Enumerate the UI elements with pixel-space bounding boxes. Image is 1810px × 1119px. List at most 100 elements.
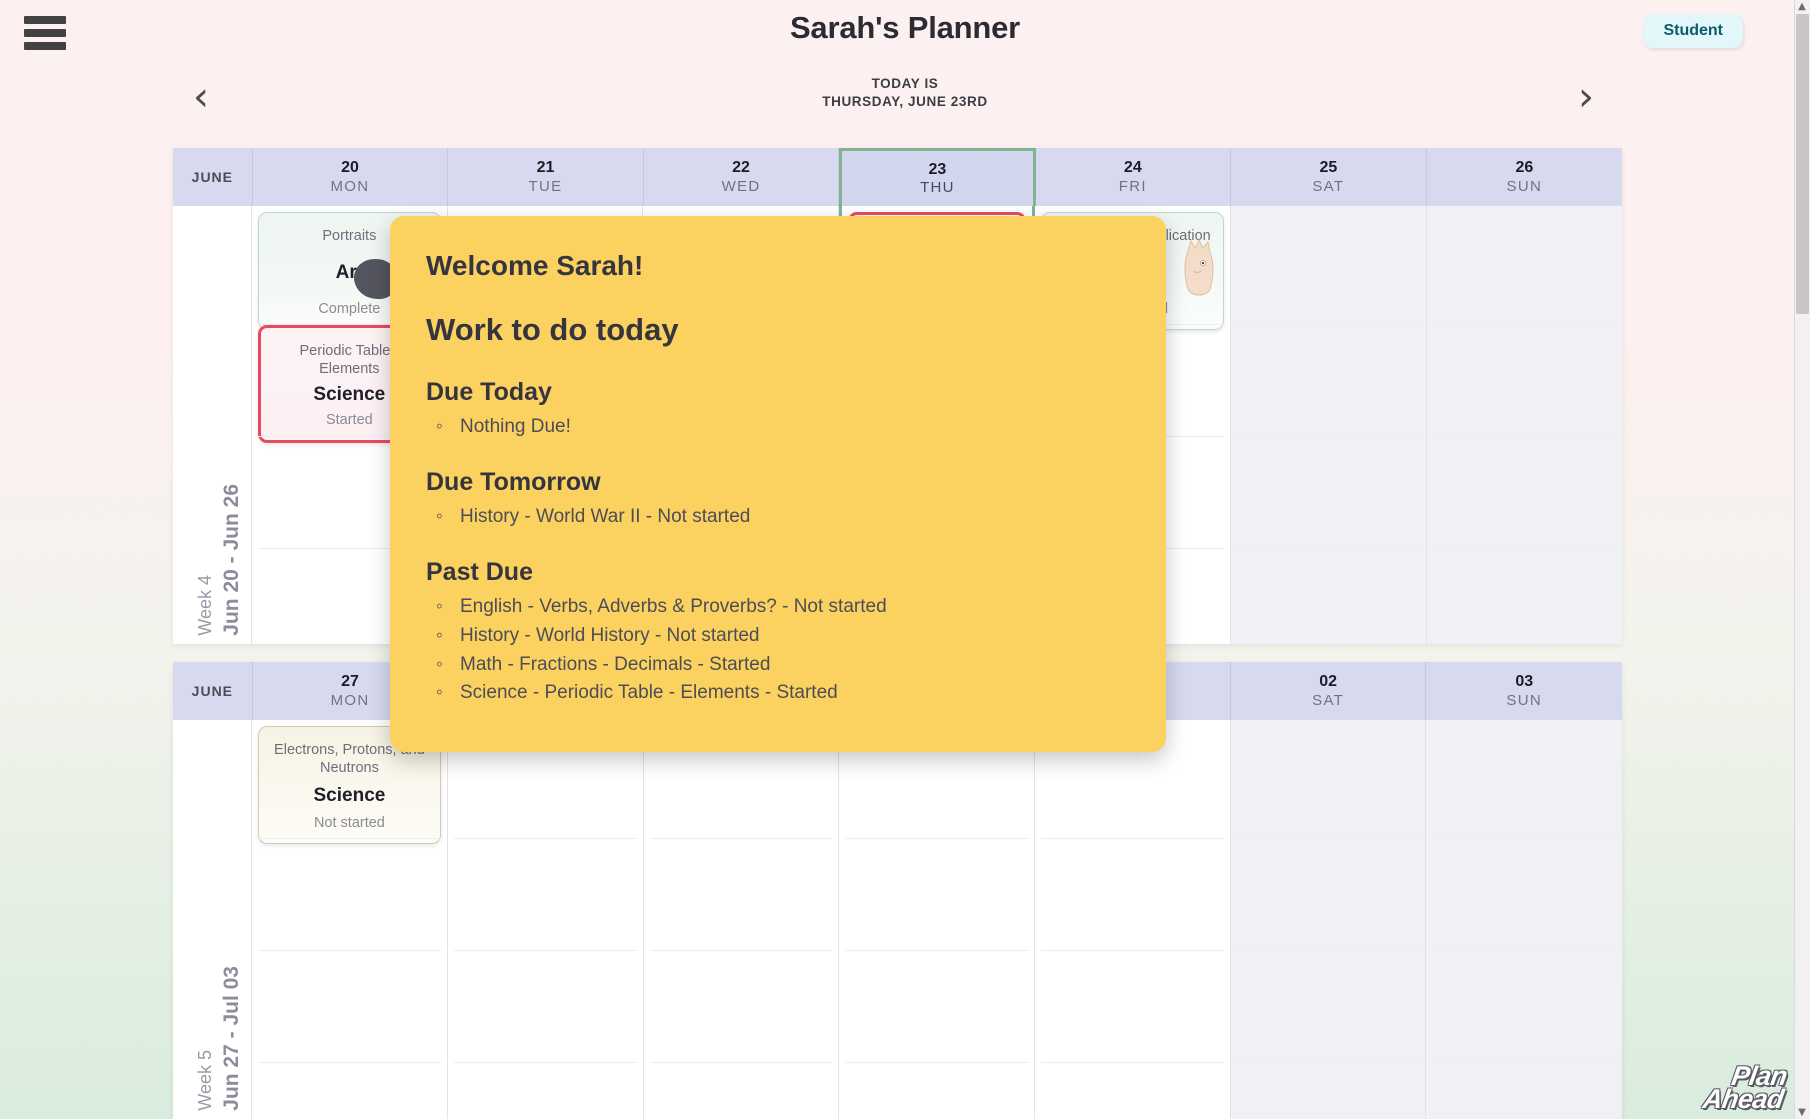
modal-greeting: Welcome Sarah! [426, 250, 1130, 282]
week-label-column: Week 4Jun 20 - Jun 26 [173, 206, 252, 644]
assignment-slot[interactable] [1237, 212, 1420, 324]
assignment-slot[interactable] [650, 950, 833, 1062]
date-navigation: ‹ TODAY IS THURSDAY, JUNE 23RD › [0, 75, 1810, 125]
day-header-fri[interactable]: 24FRI [1036, 148, 1232, 206]
scrollbar-thumb[interactable] [1796, 14, 1809, 314]
day-header-sat[interactable]: 02SAT [1231, 662, 1427, 720]
day-header-sat[interactable]: 25SAT [1231, 148, 1427, 206]
assignment-topic: Portraits [322, 227, 376, 245]
scroll-down-arrow-icon[interactable]: ▼ [1796, 1107, 1808, 1118]
assignment-status: Started [326, 412, 373, 428]
day-name: SAT [1312, 692, 1344, 709]
page-scrollbar[interactable]: ▲ ▼ [1794, 0, 1810, 1119]
assignment-slot[interactable] [845, 1062, 1028, 1119]
math-mascot-icon [1181, 239, 1217, 301]
week-label-column: Week 5Jun 27 - Jul 03 [173, 720, 252, 1119]
logo-line-2: Ahead [1701, 1088, 1785, 1111]
day-number: 24 [1124, 159, 1142, 177]
scroll-up-arrow-icon[interactable]: ▲ [1796, 1, 1808, 12]
day-number: 27 [341, 673, 359, 691]
assignment-slot[interactable] [1237, 950, 1420, 1062]
modal-section-title: Due Tomorrow [426, 468, 1130, 497]
assignment-slot[interactable] [454, 1062, 637, 1119]
week-range-label: Jun 27 - Jul 03 [220, 966, 244, 1111]
day-column-30[interactable] [839, 720, 1035, 1119]
role-badge-student[interactable]: Student [1643, 14, 1743, 48]
assignment-slot[interactable] [1237, 548, 1420, 660]
day-number: 26 [1515, 159, 1533, 177]
assignment-slot[interactable] [650, 1062, 833, 1119]
modal-section-list: Nothing Due! [426, 413, 1130, 442]
day-name: SUN [1507, 178, 1543, 195]
modal-list-item: Science - Periodic Table - Elements - St… [426, 679, 1130, 708]
modal-section-list: English - Verbs, Adverbs & Proverbs? - N… [426, 593, 1130, 709]
day-column-03[interactable] [1426, 720, 1622, 1119]
month-label-cell: JUNE [173, 148, 253, 206]
day-column-01[interactable] [1035, 720, 1231, 1119]
day-name: TUE [529, 178, 563, 195]
modal-sections: Due Today Nothing Due! Due Tomorrow History… [426, 378, 1130, 708]
assignment-slot[interactable] [1433, 324, 1616, 436]
assignment-slot[interactable] [454, 950, 637, 1062]
day-header-mon[interactable]: 20MON [253, 148, 449, 206]
modal-list-item: Nothing Due! [426, 413, 1130, 442]
day-number: 21 [537, 159, 555, 177]
day-name: SUN [1506, 692, 1542, 709]
day-header-tue[interactable]: 21TUE [448, 148, 644, 206]
assignment-slot[interactable] [1432, 726, 1616, 838]
week-number-label: Week 5 [195, 1050, 216, 1111]
assignment-slot[interactable] [1237, 726, 1420, 838]
assignment-slot[interactable] [1237, 324, 1420, 436]
day-name: MON [331, 692, 370, 709]
modal-list-item: History - World History - Not started [426, 622, 1130, 651]
assignment-status: Complete [318, 301, 380, 317]
assignment-slot[interactable] [1237, 436, 1420, 548]
assignment-slot[interactable] [1432, 838, 1616, 950]
assignment-slot[interactable] [1433, 212, 1616, 324]
modal-section-title: Due Today [426, 378, 1130, 407]
assignment-slot[interactable] [258, 950, 441, 1062]
day-header-thu[interactable]: 23THU [839, 148, 1035, 206]
week-range-label: Jun 20 - Jun 26 [220, 484, 244, 636]
assignment-slot[interactable] [1237, 838, 1420, 950]
assignment-slot[interactable] [1433, 436, 1616, 548]
day-number: 23 [929, 161, 947, 179]
day-column-02[interactable] [1231, 720, 1427, 1119]
plan-ahead-logo: Plan Ahead [1701, 1065, 1788, 1111]
day-header-wed[interactable]: 22WED [644, 148, 840, 206]
day-column-29[interactable] [644, 720, 840, 1119]
assignment-slot[interactable] [845, 950, 1028, 1062]
assignment-slot[interactable] [1237, 1062, 1420, 1119]
modal-list-item: Math - Fractions - Decimals - Started [426, 651, 1130, 680]
assignment-slot[interactable] [454, 838, 637, 950]
assignment-slot[interactable] [258, 1062, 441, 1119]
assignment-slot[interactable] [1432, 1062, 1616, 1119]
day-column-27[interactable]: Electrons, Protons, and NeutronsScienceN… [252, 720, 448, 1119]
day-header-sun[interactable]: 26SUN [1427, 148, 1622, 206]
assignment-slot[interactable] [1432, 950, 1616, 1062]
calendar-body-row: Week 5Jun 27 - Jul 03Electrons, Protons,… [173, 720, 1622, 1119]
assignment-slot[interactable] [1041, 950, 1224, 1062]
assignment-slot[interactable] [845, 838, 1028, 950]
day-number: 02 [1319, 673, 1337, 691]
day-header-sun[interactable]: 03SUN [1426, 662, 1622, 720]
modal-list-item: English - Verbs, Adverbs & Proverbs? - N… [426, 593, 1130, 622]
modal-section-list: History - World War II - Not started [426, 503, 1130, 532]
day-column-28[interactable] [448, 720, 644, 1119]
next-week-chevron-right-icon[interactable]: › [1578, 75, 1594, 119]
assignment-slot[interactable] [1041, 1062, 1224, 1119]
today-is-label: TODAY IS [0, 75, 1810, 93]
day-name: WED [722, 178, 761, 195]
month-label: JUNE [192, 683, 233, 699]
assignment-slot[interactable] [258, 838, 441, 950]
assignment-slot[interactable] [1433, 548, 1616, 660]
modal-heading: Work to do today [426, 312, 1130, 348]
assignment-slot[interactable] [650, 838, 833, 950]
day-number: 22 [732, 159, 750, 177]
day-column-25[interactable] [1231, 206, 1427, 644]
day-column-26[interactable] [1427, 206, 1622, 644]
day-name: MON [331, 178, 370, 195]
welcome-modal[interactable]: Welcome Sarah! Work to do today Due Toda… [390, 216, 1166, 752]
assignment-status: Not started [314, 815, 385, 831]
assignment-slot[interactable] [1041, 838, 1224, 950]
